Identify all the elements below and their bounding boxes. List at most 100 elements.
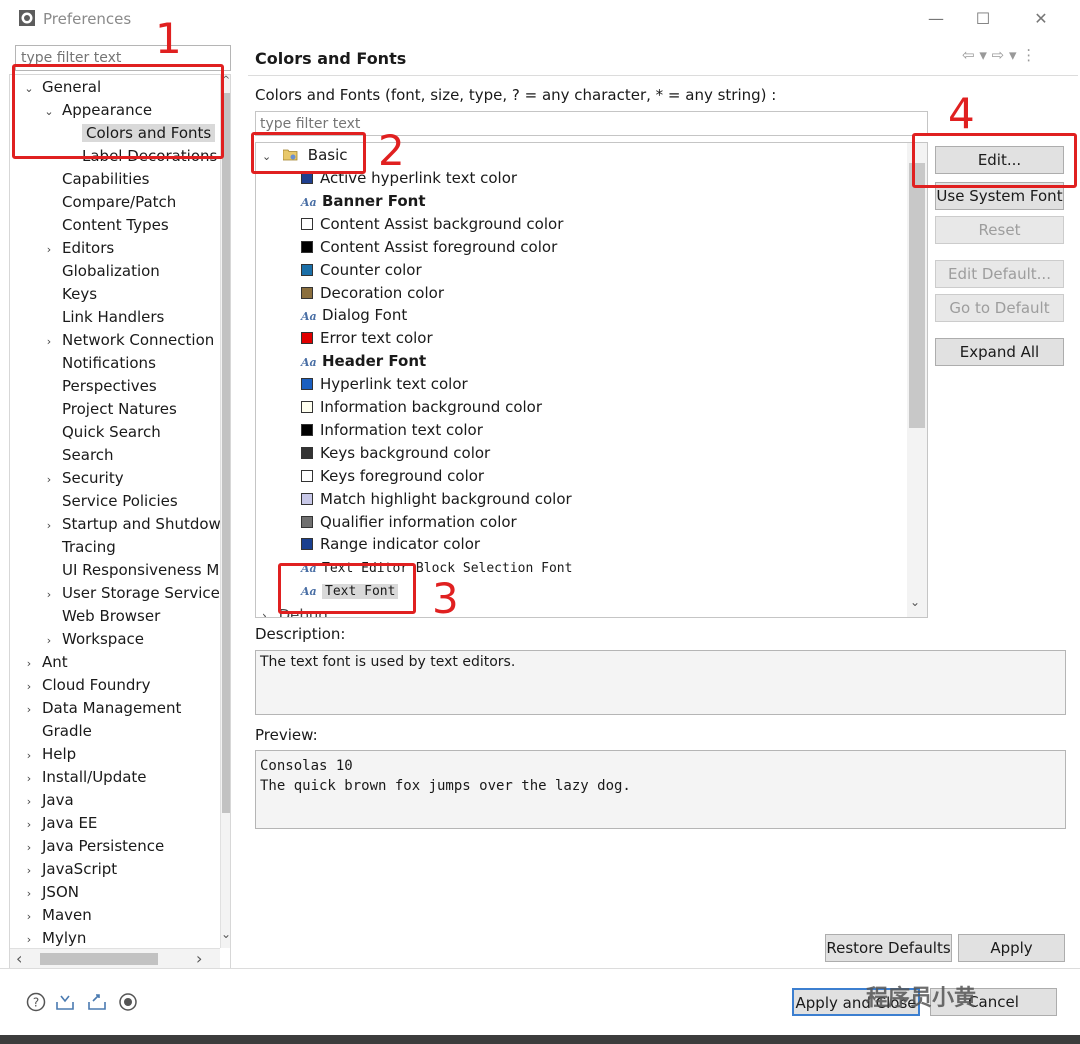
tree-item[interactable]: › Editors — [42, 237, 114, 260]
chevron-right-icon[interactable]: › — [22, 652, 36, 675]
color-item[interactable]: Error text color — [301, 327, 433, 350]
tree-item[interactable]: Capabilities — [42, 168, 150, 191]
font-item[interactable]: Aa Banner Font — [301, 190, 426, 213]
font-item[interactable]: Aa Header Font — [301, 350, 426, 373]
chevron-right-icon[interactable]: › — [42, 583, 56, 606]
tree-item[interactable]: UI Responsiveness M — [42, 559, 219, 582]
color-item[interactable]: Keys foreground color — [301, 465, 484, 488]
tree-item[interactable]: Gradle — [22, 720, 92, 743]
tree-item[interactable]: › JSON — [22, 881, 79, 904]
tree-item[interactable]: › Workspace — [42, 628, 144, 651]
tree-item[interactable]: › JavaScript — [22, 858, 117, 881]
tree-item[interactable]: › Cloud Foundry — [22, 674, 151, 698]
chevron-right-icon[interactable]: › — [22, 790, 36, 813]
chevron-right-icon[interactable]: › — [22, 859, 36, 882]
colors-fonts-scrollbar[interactable]: ⌄ — [907, 143, 927, 617]
font-item[interactable]: Aa Dialog Font — [301, 304, 407, 327]
color-item[interactable]: Keys background color — [301, 442, 490, 465]
edit-default-button[interactable]: Edit Default... — [935, 260, 1064, 288]
close-button[interactable]: ✕ — [1018, 6, 1064, 32]
tree-item[interactable]: Keys — [42, 283, 97, 306]
color-item[interactable]: Qualifier information color — [301, 511, 517, 534]
chevron-right-icon[interactable]: › — [42, 629, 56, 652]
tree-item[interactable]: Notifications — [42, 352, 156, 375]
tree-item[interactable]: › Data Management — [22, 697, 182, 721]
tree-item[interactable]: Search — [42, 444, 114, 467]
history-navigation-icons[interactable]: ⇦ ▾ ⇨ ▾ ⋮ — [962, 46, 1036, 64]
tree-item[interactable]: Tracing — [42, 536, 116, 559]
record-icon[interactable] — [118, 992, 138, 1012]
chevron-right-icon[interactable]: › — [262, 609, 267, 617]
annotation-number-1: 1 — [155, 14, 182, 63]
scroll-down-icon[interactable]: ⌄ — [910, 595, 920, 609]
chevron-right-icon[interactable]: › — [22, 744, 36, 767]
maximize-button[interactable]: ☐ — [960, 6, 1006, 32]
color-item[interactable]: Content Assist foreground color — [301, 236, 557, 259]
chevron-right-icon[interactable]: › — [42, 238, 56, 261]
chevron-right-icon[interactable]: › — [22, 905, 36, 928]
export-icon[interactable] — [87, 992, 107, 1012]
color-item[interactable]: Hyperlink text color — [301, 373, 468, 396]
tree-item[interactable]: › User Storage Service — [42, 582, 220, 605]
scroll-right-icon[interactable]: › — [196, 949, 202, 968]
tree-item[interactable]: Compare/Patch — [42, 191, 176, 214]
color-item[interactable]: Match highlight background color — [301, 488, 572, 511]
color-item[interactable]: Counter color — [301, 259, 422, 282]
item-label: Header Font — [322, 352, 427, 371]
chevron-right-icon[interactable]: › — [22, 698, 36, 721]
tree-item[interactable]: Project Natures — [42, 398, 177, 421]
chevron-right-icon[interactable]: › — [42, 514, 56, 537]
chevron-right-icon[interactable]: › — [42, 330, 56, 353]
color-item[interactable]: Information text color — [301, 419, 483, 442]
import-icon[interactable] — [55, 992, 75, 1012]
tree-item[interactable]: › Java EE — [22, 812, 98, 836]
restore-defaults-button[interactable]: Restore Defaults — [825, 934, 952, 962]
tree-item[interactable]: › Startup and Shutdow — [42, 513, 221, 536]
tree-item[interactable]: Globalization — [42, 260, 160, 283]
chevron-right-icon[interactable]: › — [22, 836, 36, 859]
help-icon[interactable]: ? — [26, 992, 46, 1012]
tree-item[interactable]: › Security — [42, 467, 124, 490]
chevron-right-icon[interactable]: › — [22, 813, 36, 836]
tree-item[interactable]: › Java — [22, 789, 74, 812]
chevron-right-icon[interactable]: › — [22, 882, 36, 905]
go-to-default-button[interactable]: Go to Default — [935, 294, 1064, 322]
color-item[interactable]: Information background color — [301, 396, 542, 419]
apply-button[interactable]: Apply — [958, 934, 1065, 962]
colors-fonts-tree[interactable]: ⌄ Basic Active hyperlink text color Aa Ban… — [255, 142, 928, 618]
tree-item[interactable]: Service Policies — [42, 490, 178, 513]
chevron-right-icon[interactable]: › — [42, 468, 56, 491]
tree-item[interactable]: Perspectives — [42, 375, 157, 398]
tree-item[interactable]: › Install/Update — [22, 766, 147, 789]
minimize-button[interactable]: — — [913, 6, 959, 32]
tree-item[interactable]: Web Browser — [42, 605, 160, 628]
color-item[interactable]: Decoration color — [301, 282, 444, 305]
tree-item[interactable]: › Maven — [22, 904, 92, 927]
tree-item[interactable]: Quick Search — [42, 421, 161, 444]
color-item[interactable]: Content Assist background color — [301, 213, 563, 236]
reset-button[interactable]: Reset — [935, 216, 1064, 244]
tree-item[interactable]: › Java Persistence — [22, 835, 164, 858]
expand-all-button[interactable]: Expand All — [935, 338, 1064, 366]
item-label: Keys background color — [320, 443, 491, 462]
tree-item[interactable]: › Network Connection — [42, 329, 214, 352]
scroll-down-icon[interactable]: ⌄ — [221, 927, 230, 941]
window-title: Preferences — [43, 10, 132, 28]
tree-item[interactable]: › Ant — [22, 651, 68, 674]
chevron-right-icon[interactable]: › — [22, 675, 36, 698]
color-swatch-icon — [301, 538, 313, 551]
preference-tree[interactable]: ⌄ General ⌄ Appearance Colors and Fonts Label… — [9, 74, 231, 969]
tree-item[interactable]: › Help — [22, 743, 76, 766]
scroll-left-icon[interactable]: ‹ — [16, 949, 22, 968]
tree-vertical-scrollbar[interactable]: ^ ⌄ — [220, 75, 230, 948]
tree-horizontal-scrollbar[interactable]: ‹ › — [10, 948, 220, 968]
tree-item[interactable]: Link Handlers — [42, 306, 164, 329]
color-item[interactable]: Range indicator color — [301, 533, 480, 556]
tree-vertical-thumb[interactable] — [222, 93, 230, 813]
colors-fonts-scroll-thumb[interactable] — [909, 163, 925, 428]
tree-item[interactable]: Content Types — [42, 214, 169, 237]
chevron-right-icon[interactable]: › — [22, 767, 36, 790]
item-label: Match highlight background color — [320, 489, 572, 508]
tree-horizontal-thumb[interactable] — [40, 953, 158, 965]
tree-item[interactable]: › Mylyn — [22, 927, 87, 950]
